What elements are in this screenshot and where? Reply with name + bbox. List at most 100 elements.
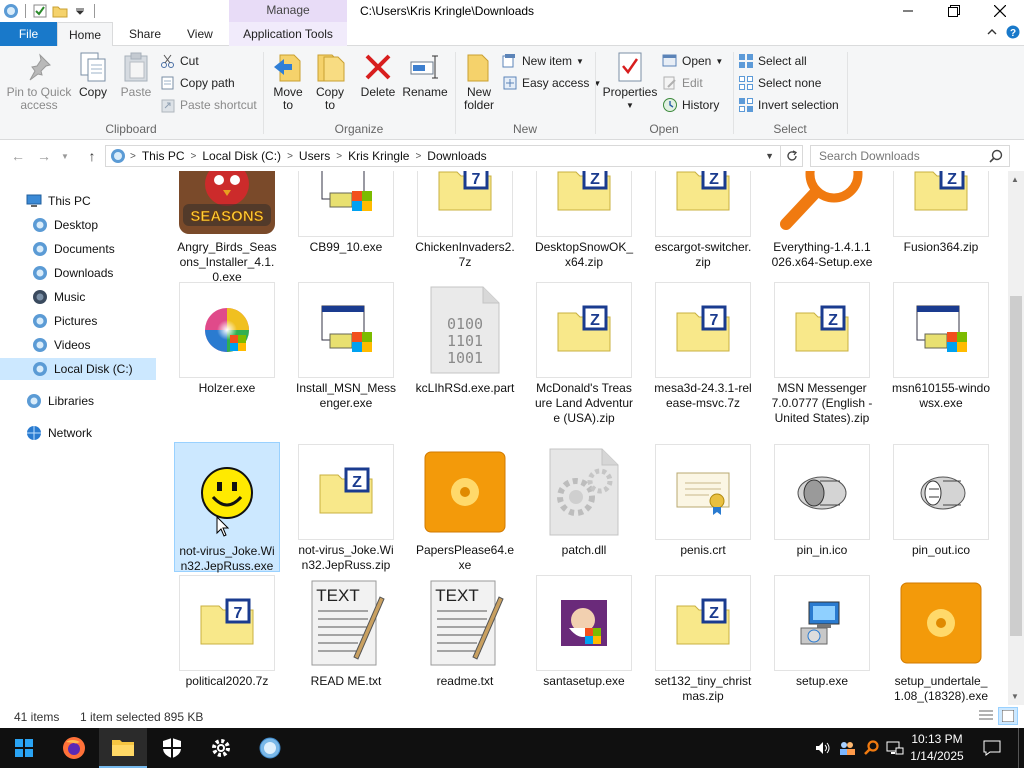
copy-path-button[interactable]: Copy path — [160, 73, 235, 93]
breadcrumb-local-disk[interactable]: Local Disk (C:) — [196, 149, 287, 163]
file-item[interactable]: Install_MSN_Messenger.exe — [293, 282, 399, 411]
nav-this-pc[interactable]: This PC — [0, 190, 156, 212]
tab-application-tools[interactable]: Application Tools — [229, 22, 347, 46]
file-item[interactable]: Everything-1.4.1.1026.x64-Setup.exe — [769, 171, 875, 270]
up-button[interactable]: ↑ — [82, 147, 102, 165]
copy-button[interactable]: Copy — [74, 50, 112, 99]
delete-button[interactable]: Delete — [358, 50, 398, 99]
file-item[interactable]: msn610155-windowsx.exe — [888, 282, 994, 411]
scroll-down-icon[interactable]: ▼ — [1011, 692, 1019, 701]
paste-shortcut-button[interactable]: Paste shortcut — [160, 95, 257, 115]
select-none-button[interactable]: Select none — [738, 73, 821, 93]
search-box[interactable]: Search Downloads — [810, 145, 1010, 167]
file-item[interactable]: Z DesktopSnowOK_x64.zip — [531, 171, 637, 270]
nav-desktop[interactable]: Desktop — [0, 214, 156, 236]
rename-button[interactable]: Rename — [402, 50, 448, 99]
forward-button[interactable]: → — [34, 147, 54, 165]
close-button[interactable] — [977, 0, 1023, 22]
breadcrumb-users[interactable]: Users — [293, 149, 336, 163]
minimize-ribbon-icon[interactable] — [986, 26, 998, 41]
cut-button[interactable]: Cut — [160, 51, 199, 71]
refresh-button[interactable] — [781, 145, 803, 167]
taskbar-firefox[interactable] — [50, 728, 98, 768]
open-button[interactable]: Open ▼ — [662, 51, 723, 71]
nav-documents[interactable]: Documents — [0, 238, 156, 260]
history-button[interactable]: History — [662, 95, 719, 115]
easy-access-button[interactable]: Easy access ▼ — [502, 73, 601, 93]
tray-people-icon[interactable] — [836, 728, 858, 768]
help-icon[interactable]: ? — [1006, 25, 1020, 42]
file-item[interactable]: setup.exe — [769, 575, 875, 689]
file-item[interactable]: Z escargot-switcher.zip — [650, 171, 756, 270]
properties-qat-icon[interactable] — [31, 2, 49, 20]
file-item[interactable]: Holzer.exe — [174, 282, 280, 396]
select-all-button[interactable]: Select all — [738, 51, 807, 71]
copy-to-button[interactable]: Copy to — [310, 50, 350, 112]
nav-pictures[interactable]: Pictures — [0, 310, 156, 332]
new-folder-qat-icon[interactable] — [51, 2, 69, 20]
file-item[interactable]: santasetup.exe — [531, 575, 637, 689]
large-icons-view-icon[interactable] — [998, 707, 1018, 725]
file-item[interactable]: PapersPlease64.exe — [412, 444, 518, 573]
file-item-selected[interactable]: not-virus_Joke.Win32.JepRuss.exe — [174, 442, 280, 573]
file-item[interactable]: pin_out.ico — [888, 444, 994, 558]
nav-libraries[interactable]: Libraries — [0, 390, 156, 412]
file-item[interactable]: penis.crt — [650, 444, 756, 558]
breadcrumb-this-pc[interactable]: This PC — [136, 149, 191, 163]
tray-search-app-icon[interactable] — [860, 728, 882, 768]
move-to-button[interactable]: Move to — [268, 50, 308, 112]
start-button[interactable] — [0, 728, 48, 768]
breadcrumb-kris-kringle[interactable]: Kris Kringle — [342, 149, 415, 163]
file-item[interactable]: Z MSN Messenger 7.0.0777 (English - Unit… — [769, 282, 875, 426]
action-center-button[interactable] — [978, 728, 1006, 768]
file-item[interactable]: setup_undertale_1.08_(18328).exe — [888, 575, 994, 704]
taskbar-file-explorer[interactable] — [99, 728, 147, 768]
nav-music[interactable]: Music — [0, 286, 156, 308]
invert-selection-button[interactable]: Invert selection — [738, 95, 839, 115]
taskbar-app-globe[interactable] — [246, 728, 294, 768]
new-item-button[interactable]: New item ▼ — [502, 51, 584, 71]
explorer-icon[interactable] — [2, 2, 20, 20]
taskbar-clock[interactable]: 10:13 PM 1/14/2025 — [905, 731, 969, 765]
tab-view[interactable]: View — [175, 22, 225, 46]
file-item[interactable]: TEXT readme.txt — [412, 575, 518, 689]
recent-locations-button[interactable]: ▼ — [58, 147, 72, 165]
new-folder-button[interactable]: New folder — [460, 50, 498, 112]
taskbar-settings[interactable] — [197, 728, 245, 768]
file-item[interactable]: 7 ChickenInvaders2.7z — [412, 171, 518, 270]
paste-button[interactable]: Paste — [116, 50, 156, 99]
file-item[interactable]: Z set132_tiny_christmas.zip — [650, 575, 756, 704]
show-desktop-button[interactable] — [1018, 728, 1024, 768]
file-item[interactable]: 7 mesa3d-24.3.1-release-msvc.7z — [650, 282, 756, 411]
properties-button[interactable]: Properties ▼ — [600, 50, 660, 112]
address-dropdown-icon[interactable]: ▼ — [765, 151, 774, 161]
file-item[interactable]: Z not-virus_Joke.Win32.JepRuss.zip — [293, 444, 399, 573]
file-item[interactable]: TEXT READ ME.txt — [293, 575, 399, 689]
manage-tab[interactable]: Manage — [229, 0, 347, 22]
tab-home[interactable]: Home — [57, 22, 113, 47]
breadcrumb-downloads[interactable]: Downloads — [421, 149, 492, 163]
network-tray-icon[interactable] — [884, 728, 906, 768]
details-view-icon[interactable] — [978, 709, 994, 726]
address-bar[interactable]: > This PC > Local Disk (C:) > Users > Kr… — [105, 145, 781, 167]
nav-downloads[interactable]: Downloads — [0, 262, 156, 284]
file-item[interactable]: 7 political2020.7z — [174, 575, 280, 689]
scrollbar-thumb[interactable] — [1010, 296, 1022, 636]
file-item[interactable]: pin_in.ico — [769, 444, 875, 558]
file-item[interactable]: Z McDonald's Treasure Land Adventure (US… — [531, 282, 637, 426]
file-item[interactable]: 0100 1101 1001 kcLIhRSd.exe.part — [412, 282, 518, 396]
customize-qat-icon[interactable] — [71, 2, 89, 20]
taskbar-security[interactable] — [148, 728, 196, 768]
file-item[interactable]: Z Fusion364.zip — [888, 171, 994, 255]
volume-icon[interactable] — [812, 728, 834, 768]
tab-share[interactable]: Share — [117, 22, 173, 46]
tab-file[interactable]: File — [0, 22, 57, 46]
back-button[interactable]: ← — [8, 147, 28, 165]
file-item[interactable]: patch.dll — [531, 444, 637, 558]
nav-local-disk[interactable]: Local Disk (C:) — [0, 358, 156, 380]
minimize-button[interactable] — [885, 0, 931, 22]
pin-to-quick-access-button[interactable]: Pin to Quick access — [6, 50, 72, 112]
vertical-scrollbar[interactable]: ▲ ▼ — [1008, 171, 1024, 705]
edit-button[interactable]: Edit — [662, 73, 703, 93]
nav-network[interactable]: Network — [0, 422, 156, 444]
